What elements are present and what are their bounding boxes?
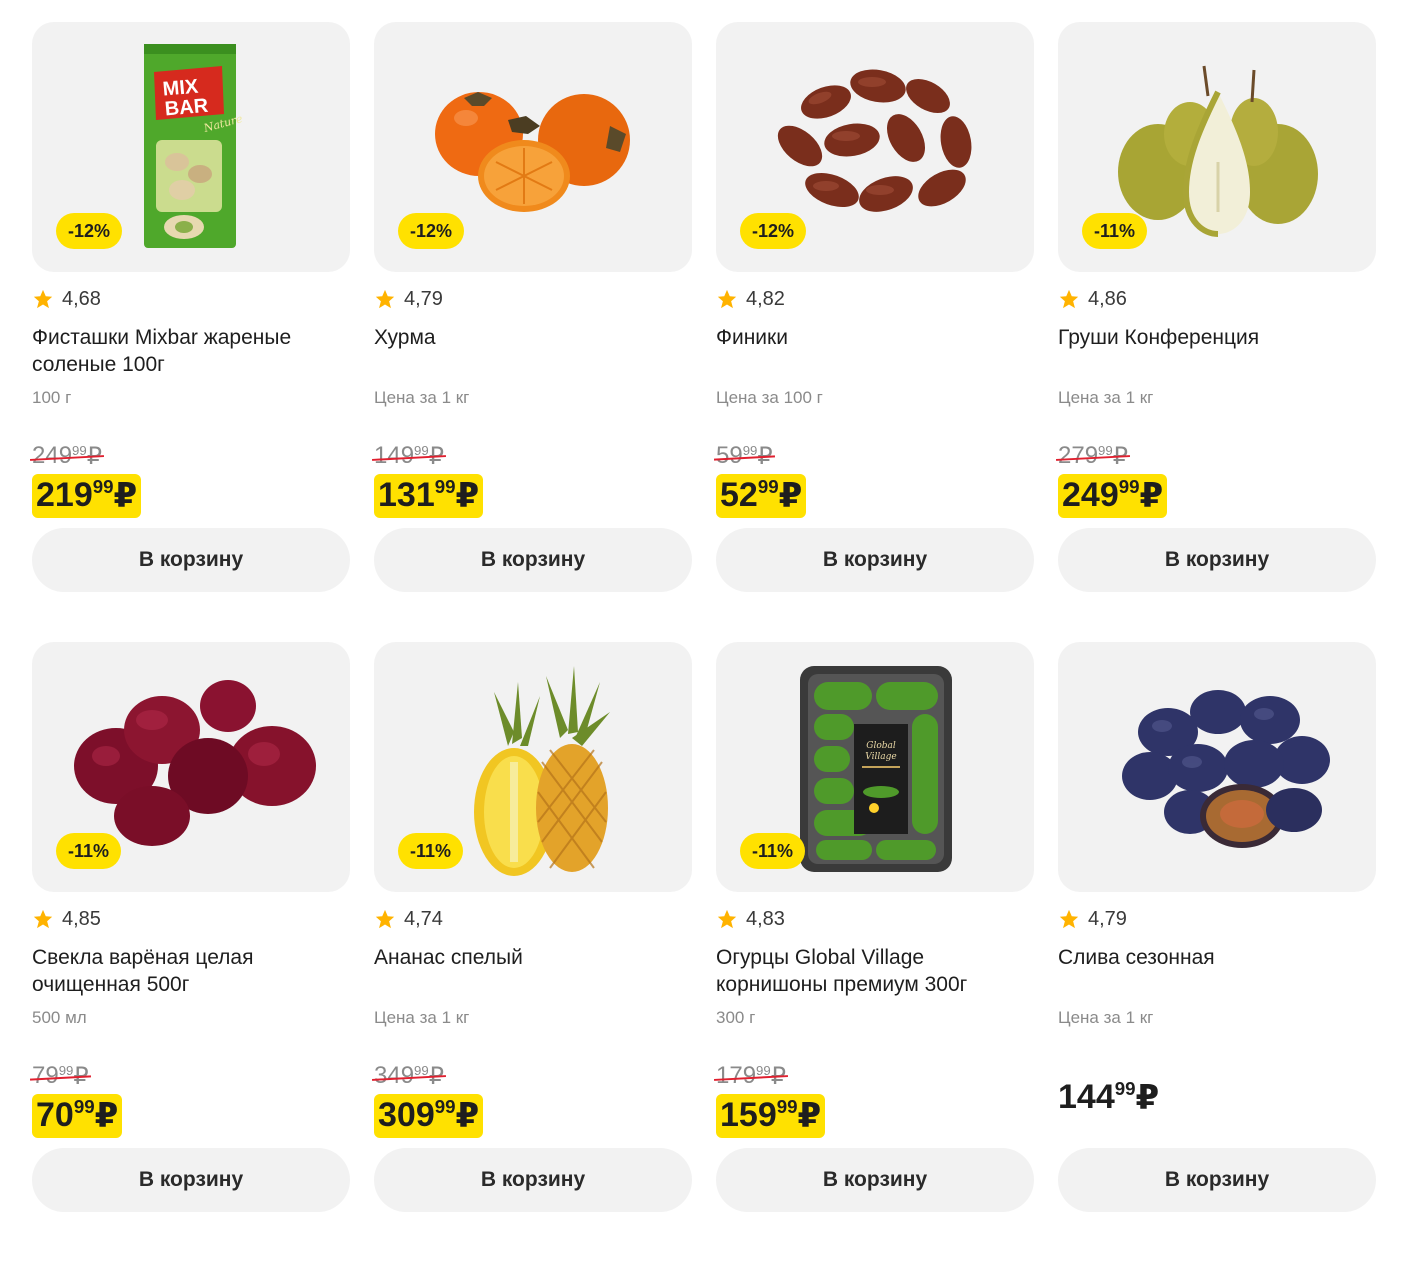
product-image[interactable]: -11% [374, 642, 692, 892]
add-to-cart-button[interactable]: В корзину [374, 528, 692, 592]
unit-label: Цена за 100 г [716, 388, 823, 407]
product-grid: MIX BAR Nature -12% 4,68 Фисташки Mixbar… [29, 22, 1376, 1262]
current-price: 70 99 ₽ [32, 1094, 123, 1138]
product-image[interactable]: Global Village -11% [716, 642, 1034, 892]
rating-value: 4,68 [62, 287, 101, 310]
unit-label: Цена за 1 кг [374, 1008, 470, 1027]
rating: 4,86 [1058, 286, 1127, 312]
old-price: 17999₽ [713, 1062, 789, 1091]
rating: 4,68 [32, 286, 101, 312]
discount-badge: -12% [740, 213, 807, 249]
unit-label: 500 мл [32, 1008, 87, 1027]
discount-badge: -12% [56, 213, 123, 249]
product-title[interactable]: Свекла варёная целая очищенная 500г [32, 944, 350, 998]
product-title[interactable]: Хурма [374, 324, 692, 351]
unit-label: Цена за 1 кг [1058, 388, 1154, 407]
plums-image [1122, 690, 1330, 848]
product-title[interactable]: Слива сезонная [1058, 944, 1376, 971]
discount-badge: -11% [1082, 213, 1148, 249]
star-icon [1059, 909, 1079, 929]
old-price: 14999₽ [371, 442, 447, 471]
rating-value: 4,79 [1088, 907, 1127, 930]
product-card[interactable]: -11% 4,86 Груши Конференция Цена за 1 кг… [1055, 22, 1376, 642]
product-image[interactable]: -12% [374, 22, 692, 272]
star-icon [375, 289, 395, 309]
product-card[interactable]: -11% 4,85 Свекла варёная целая очищенная… [29, 642, 350, 1262]
add-to-cart-button[interactable]: В корзину [32, 1148, 350, 1212]
rating-value: 4,85 [62, 907, 101, 930]
product-image[interactable]: -11% [1058, 22, 1376, 272]
current-price: 219 99 ₽ [32, 474, 142, 518]
current-price: 52 99 ₽ [716, 474, 807, 518]
current-price: 131 99 ₽ [374, 474, 484, 518]
star-icon [1059, 289, 1079, 309]
rating: 4,79 [1058, 906, 1127, 932]
product-card[interactable]: 4,79 Слива сезонная Цена за 1 кг 144 99 ₽ … [1058, 642, 1376, 1262]
star-icon [375, 909, 395, 929]
product-card[interactable]: -12% 4,82 Финики Цена за 100 г 59 99 ₽ 52 9… [713, 22, 1034, 642]
rating: 4,79 [374, 286, 443, 312]
product-title[interactable]: Фисташки Mixbar жареные соленые 100г [32, 324, 350, 378]
star-icon [33, 289, 53, 309]
product-image[interactable] [1058, 642, 1376, 892]
discount-badge: -11% [398, 833, 464, 869]
rating-value: 4,83 [746, 907, 785, 930]
product-image[interactable]: -11% [32, 642, 350, 892]
add-to-cart-button[interactable]: В корзину [374, 1148, 692, 1212]
product-card[interactable]: -11% 4,74 Ананас спелый Цена за 1 кг 349… [371, 642, 692, 1262]
product-title[interactable]: Груши Конференция [1058, 324, 1376, 351]
product-title[interactable]: Финики [716, 324, 1034, 351]
product-image[interactable]: -12% [716, 22, 1034, 272]
rating: 4,82 [716, 286, 785, 312]
old-price: 24999₽ [29, 442, 105, 471]
product-card[interactable]: Global Village -11% 4,83 Огурцы Global V… [713, 642, 1034, 1262]
rating-value: 4,74 [404, 907, 443, 930]
discount-badge: -11% [56, 833, 122, 869]
pack-brand-text: Global [866, 741, 896, 751]
star-icon [33, 909, 53, 929]
rating-value: 4,82 [746, 287, 785, 310]
star-icon [717, 289, 737, 309]
product-title[interactable]: Огурцы Global Village корнишоны премиум … [716, 944, 1034, 998]
old-price: 34999₽ [371, 1062, 447, 1091]
current-price: 159 99 ₽ [716, 1094, 826, 1138]
add-to-cart-button[interactable]: В корзину [716, 1148, 1034, 1212]
product-image[interactable]: MIX BAR Nature -12% [32, 22, 350, 272]
rating: 4,74 [374, 906, 443, 932]
add-to-cart-button[interactable]: В корзину [1058, 1148, 1376, 1212]
unit-label: 300 г [716, 1008, 756, 1027]
add-to-cart-button[interactable]: В корзину [1058, 528, 1376, 592]
rating: 4,85 [32, 906, 101, 932]
product-card[interactable]: MIX BAR Nature -12% 4,68 Фисташки Mixbar… [29, 22, 350, 642]
rating-value: 4,79 [404, 287, 443, 310]
product-title[interactable]: Ананас спелый [374, 944, 692, 971]
unit-label: Цена за 1 кг [1058, 1008, 1154, 1027]
old-price: 27999₽ [1055, 442, 1131, 471]
svg-text:BAR: BAR [164, 95, 210, 121]
current-price: 144 99 ₽ [1058, 1078, 1160, 1117]
discount-badge: -12% [398, 213, 465, 249]
add-to-cart-button[interactable]: В корзину [716, 528, 1034, 592]
unit-label: Цена за 1 кг [374, 388, 470, 407]
unit-label: 100 г [32, 388, 72, 407]
current-price: 309 99 ₽ [374, 1094, 484, 1138]
old-price: 59 99 ₽ [713, 442, 775, 471]
rating: 4,83 [716, 906, 785, 932]
add-to-cart-button[interactable]: В корзину [32, 528, 350, 592]
star-icon [717, 909, 737, 929]
current-price: 249 99 ₽ [1058, 474, 1168, 518]
discount-badge: -11% [740, 833, 806, 869]
old-price: 79 99 ₽ [29, 1062, 91, 1091]
rating-value: 4,86 [1088, 287, 1127, 310]
svg-text:Village: Village [865, 752, 896, 762]
product-card[interactable]: -12% 4,79 Хурма Цена за 1 кг 14999₽ 1319… [371, 22, 692, 642]
